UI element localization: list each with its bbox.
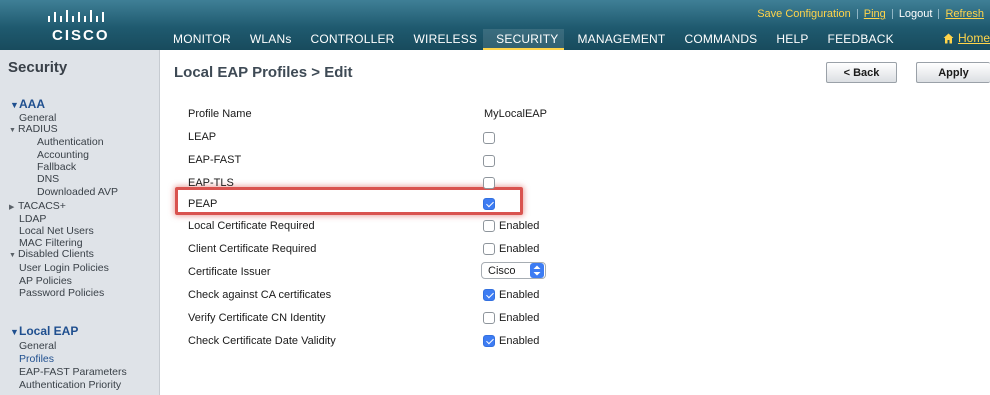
- sidebar-item-eap-fast-parameters[interactable]: EAP-FAST Parameters: [19, 366, 127, 378]
- sidebar-item-local-eap-general[interactable]: General: [19, 340, 56, 352]
- refresh-link[interactable]: Refresh: [939, 8, 990, 20]
- peap-label: PEAP: [188, 198, 218, 210]
- sidebar-group-label: AAA: [19, 97, 45, 111]
- sidebar-title: Security: [8, 59, 68, 76]
- eap-fast-label: EAP-FAST: [188, 154, 242, 166]
- home-label: Home: [957, 31, 990, 45]
- certificate-issuer-value: Cisco: [488, 264, 516, 277]
- utility-links: Save Configuration Ping Logout Refresh: [751, 8, 990, 20]
- menu-monitor[interactable]: MONITOR: [160, 29, 237, 50]
- leap-label: LEAP: [188, 131, 217, 143]
- home-icon: [943, 33, 954, 43]
- sidebar-item-password-policies[interactable]: Password Policies: [19, 287, 104, 299]
- eap-tls-checkbox[interactable]: [483, 177, 495, 189]
- menu-commands[interactable]: COMMANDS: [671, 29, 763, 50]
- check-ca-certificates-checkbox[interactable]: [483, 289, 495, 301]
- eap-tls-label: EAP-TLS: [188, 177, 234, 189]
- sidebar-item-dns[interactable]: DNS: [37, 173, 59, 185]
- apply-button[interactable]: Apply: [916, 62, 990, 83]
- sidebar-item-label: RADIUS: [18, 123, 58, 135]
- cisco-bridge-icon: [48, 10, 104, 22]
- menu-wlans[interactable]: WLANs: [237, 29, 298, 50]
- enabled-label: Enabled: [499, 289, 540, 301]
- check-ca-certificates-label: Check against CA certificates: [188, 289, 332, 301]
- logout-link[interactable]: Logout: [893, 8, 939, 20]
- leap-checkbox[interactable]: [483, 132, 495, 144]
- enabled-label: Enabled: [499, 312, 540, 324]
- save-configuration-link[interactable]: Save Configuration: [751, 8, 857, 20]
- sidebar-group-label: Local EAP: [19, 324, 79, 338]
- menu-management[interactable]: MANAGEMENT: [564, 29, 671, 50]
- peap-checkbox[interactable]: [483, 198, 495, 210]
- brand-text: cisco: [52, 27, 110, 44]
- client-certificate-required-label: Client Certificate Required: [188, 243, 317, 255]
- check-date-validity-checkbox[interactable]: [483, 335, 495, 347]
- cisco-logo: cisco: [0, 0, 160, 50]
- certificate-issuer-select[interactable]: Cisco: [481, 262, 546, 279]
- local-certificate-required-label: Local Certificate Required: [188, 220, 315, 232]
- sidebar-item-downloaded-avp[interactable]: Downloaded AVP: [37, 186, 118, 198]
- sidebar-item-authentication-priority[interactable]: Authentication Priority: [19, 379, 121, 391]
- sidebar-group-aaa[interactable]: ▼AAA: [10, 97, 45, 111]
- sidebar: Security ▼AAA General ▼ RADIUS Authentica…: [0, 50, 160, 395]
- expand-triangle-icon: ▼: [10, 100, 19, 110]
- menu-security[interactable]: SECURITY: [483, 29, 565, 50]
- expand-triangle-icon: ▼: [9, 252, 16, 259]
- sidebar-item-ap-policies[interactable]: AP Policies: [19, 275, 72, 287]
- sidebar-item-label: Disabled Clients: [18, 248, 94, 260]
- sidebar-item-profiles[interactable]: Profiles: [19, 353, 54, 365]
- verify-cn-identity-label: Verify Certificate CN Identity: [188, 312, 326, 324]
- verify-cn-identity-checkbox[interactable]: [483, 312, 495, 324]
- profile-name-label: Profile Name: [188, 108, 252, 120]
- home-link[interactable]: Home: [943, 31, 990, 45]
- sidebar-item-label: TACACS+: [18, 200, 66, 212]
- sidebar-item-tacacs[interactable]: ▶ TACACS+: [9, 200, 66, 212]
- certificate-issuer-label: Certificate Issuer: [188, 266, 271, 278]
- enabled-label: Enabled: [499, 335, 540, 347]
- main-menu: MONITOR WLANs CONTROLLER WIRELESS SECURI…: [160, 29, 900, 50]
- menu-help[interactable]: HELP: [763, 29, 814, 50]
- collapsed-triangle-icon: ▶: [9, 204, 15, 211]
- sidebar-item-authentication[interactable]: Authentication: [37, 136, 104, 148]
- sidebar-item-disabled-clients[interactable]: ▼ Disabled Clients: [9, 248, 94, 260]
- menu-controller[interactable]: CONTROLLER: [298, 29, 401, 50]
- client-certificate-required-checkbox[interactable]: [483, 243, 495, 255]
- enabled-label: Enabled: [499, 220, 540, 232]
- expand-triangle-icon: ▼: [10, 327, 19, 337]
- profile-name-value: MyLocalEAP: [484, 108, 547, 120]
- sidebar-item-local-net-users[interactable]: Local Net Users: [19, 225, 94, 237]
- sidebar-item-fallback[interactable]: Fallback: [37, 161, 76, 173]
- back-button[interactable]: < Back: [826, 62, 897, 83]
- menu-wireless[interactable]: WIRELESS: [401, 29, 484, 50]
- eap-fast-checkbox[interactable]: [483, 155, 495, 167]
- sidebar-item-radius[interactable]: ▼ RADIUS: [9, 123, 58, 135]
- page-title: Local EAP Profiles > Edit: [174, 64, 353, 81]
- ping-link[interactable]: Ping: [858, 8, 892, 20]
- sidebar-item-user-login-policies[interactable]: User Login Policies: [19, 262, 109, 274]
- sidebar-item-ldap[interactable]: LDAP: [19, 213, 46, 225]
- top-bar: cisco Save Configuration Ping Logout Ref…: [0, 0, 990, 50]
- sidebar-item-accounting[interactable]: Accounting: [37, 149, 89, 161]
- sidebar-group-local-eap[interactable]: ▼Local EAP: [10, 324, 78, 338]
- enabled-label: Enabled: [499, 243, 540, 255]
- peap-highlight-frame: [175, 187, 523, 215]
- menu-feedback[interactable]: FEEDBACK: [815, 29, 900, 50]
- check-date-validity-label: Check Certificate Date Validity: [188, 335, 336, 347]
- local-certificate-required-checkbox[interactable]: [483, 220, 495, 232]
- select-updown-arrow-icon: [530, 263, 544, 278]
- expand-triangle-icon: ▼: [9, 127, 16, 134]
